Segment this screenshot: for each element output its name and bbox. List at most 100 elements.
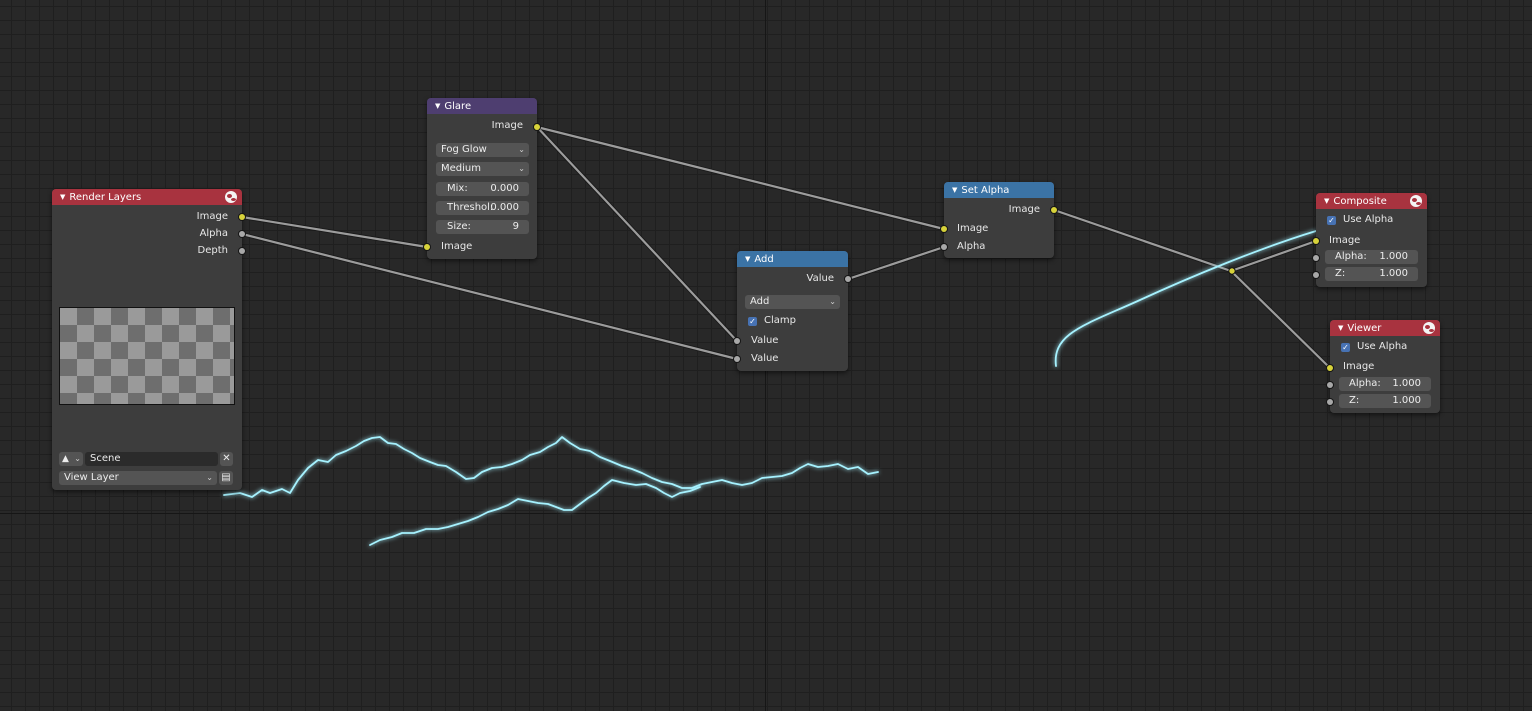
render-layers-alpha-socket[interactable] — [239, 231, 245, 237]
node-title: Set Alpha — [961, 185, 1010, 196]
z-value: 1.000 — [1379, 268, 1408, 279]
triangle-down-icon[interactable]: ▼ — [952, 182, 957, 198]
render-layers-header[interactable]: ▼ Render Layers — [52, 189, 242, 205]
operation-dropdown[interactable]: Add ⌄ — [745, 295, 840, 309]
threshold-field[interactable]: Threshol: 0.000 — [436, 201, 529, 215]
mix-field[interactable]: Mix: 0.000 — [436, 182, 529, 196]
scene-icon: ▲ — [62, 454, 69, 464]
node-title: Add — [754, 254, 774, 265]
link-glare-to-add — [535, 125, 739, 343]
add-output-socket[interactable] — [845, 276, 851, 282]
triangle-down-icon[interactable]: ▼ — [1338, 320, 1343, 336]
viewer-z-socket[interactable] — [1327, 399, 1333, 405]
output-image-label: Image — [1008, 204, 1040, 215]
viewer-alpha-socket[interactable] — [1327, 382, 1333, 388]
composite-image-socket[interactable] — [1313, 238, 1319, 244]
glare-header[interactable]: ▼ Glare — [427, 98, 537, 114]
triangle-down-icon[interactable]: ▼ — [745, 251, 750, 267]
link-render-image-to-glare — [240, 215, 429, 249]
view-layer-dropdown[interactable]: View Layer ⌄ — [59, 471, 217, 485]
triangle-down-icon[interactable]: ▼ — [1324, 193, 1329, 209]
render-preview-image — [59, 307, 235, 405]
set-alpha-alpha-socket[interactable] — [941, 244, 947, 250]
render-layers-image-socket[interactable] — [239, 214, 245, 220]
link-reroute-to-composite — [1229, 239, 1318, 273]
output-value-label: Value — [806, 273, 834, 284]
view-layer-icon: ▤ — [221, 472, 231, 483]
clamp-label: Clamp — [764, 315, 796, 326]
globe-icon[interactable] — [1410, 195, 1422, 207]
set-alpha-node[interactable]: ▼ Set Alpha Image Image Alpha — [944, 182, 1054, 258]
add-header[interactable]: ▼ Add — [737, 251, 848, 267]
add-node[interactable]: ▼ Add Value Add ⌄ ✓ Clamp Value Value — [737, 251, 848, 371]
triangle-down-icon[interactable]: ▼ — [435, 98, 440, 114]
alpha-value: 1.000 — [1392, 378, 1421, 389]
scene-name: Scene — [90, 453, 121, 464]
input-image-label: Image — [1329, 235, 1361, 246]
viewer-node[interactable]: ▼ Viewer ✓ Use Alpha Image Alpha: 1.000 Z… — [1330, 320, 1440, 413]
z-field[interactable]: Z: 1.000 — [1325, 267, 1418, 281]
globe-icon[interactable] — [225, 191, 237, 203]
operation-value: Add — [750, 296, 770, 307]
reroute-node — [1228, 267, 1236, 275]
output-image-label: Image — [491, 120, 523, 131]
input-image-label: Image — [441, 241, 473, 252]
input-image-label: Image — [957, 223, 989, 234]
glare-output-socket[interactable] — [534, 124, 540, 130]
input-value-2-label: Value — [751, 353, 779, 364]
z-value: 1.000 — [1392, 395, 1421, 406]
scene-clear-button[interactable]: ✕ — [220, 452, 233, 466]
chevron-down-icon: ⌄ — [829, 297, 836, 306]
use-alpha-checkbox[interactable]: ✓ — [1341, 343, 1350, 352]
input-value-1-label: Value — [751, 335, 779, 346]
view-layer-browse-button[interactable]: ▤ — [219, 471, 233, 485]
use-alpha-checkbox[interactable]: ✓ — [1327, 216, 1336, 225]
scene-selector[interactable]: ▲ ⌄ — [59, 452, 83, 466]
input-alpha-label: Alpha — [957, 241, 986, 252]
viewer-header[interactable]: ▼ Viewer — [1330, 320, 1440, 336]
set-alpha-header[interactable]: ▼ Set Alpha — [944, 182, 1054, 198]
glare-type-dropdown[interactable]: Fog Glow ⌄ — [436, 143, 529, 157]
clamp-checkbox[interactable]: ✓ — [748, 317, 757, 326]
render-layers-node[interactable]: ▼ Render Layers Image Alpha Depth ▲ ⌄ Scen… — [52, 189, 242, 490]
size-value: 9 — [512, 221, 519, 232]
node-title: Glare — [444, 101, 472, 112]
output-depth-label: Depth — [197, 245, 228, 256]
composite-alpha-socket[interactable] — [1313, 255, 1319, 261]
composite-z-socket[interactable] — [1313, 272, 1319, 278]
composite-header[interactable]: ▼ Composite — [1316, 193, 1427, 209]
chevron-down-icon: ⌄ — [518, 164, 525, 173]
triangle-down-icon[interactable]: ▼ — [60, 189, 65, 205]
link-glare-to-setalpha — [535, 125, 946, 231]
set-alpha-image-socket[interactable] — [941, 226, 947, 232]
use-alpha-label: Use Alpha — [1343, 214, 1394, 225]
add-input-1-socket[interactable] — [734, 338, 740, 344]
output-image-label: Image — [196, 211, 228, 222]
mix-value: 0.000 — [490, 183, 519, 194]
checkmark-icon: ✓ — [1328, 216, 1335, 225]
alpha-field[interactable]: Alpha: 1.000 — [1339, 377, 1431, 391]
scene-name-field[interactable]: Scene — [85, 452, 218, 466]
composite-node[interactable]: ▼ Composite ✓ Use Alpha Image Alpha: 1.00… — [1316, 193, 1427, 287]
lightning-bolt-upper — [223, 436, 879, 498]
checkmark-icon: ✓ — [1342, 343, 1349, 352]
use-alpha-label: Use Alpha — [1357, 341, 1408, 352]
alpha-value: 1.000 — [1379, 251, 1408, 262]
output-alpha-label: Alpha — [199, 228, 228, 239]
view-layer-value: View Layer — [64, 472, 119, 483]
z-field[interactable]: Z: 1.000 — [1339, 394, 1431, 408]
glare-node[interactable]: ▼ Glare Image Fog Glow ⌄ Medium ⌄ Mix: 0.00… — [427, 98, 537, 259]
add-input-2-socket[interactable] — [734, 356, 740, 362]
globe-icon[interactable] — [1423, 322, 1435, 334]
quality-value: Medium — [441, 163, 481, 174]
render-layers-depth-socket[interactable] — [239, 248, 245, 254]
alpha-field[interactable]: Alpha: 1.000 — [1325, 250, 1418, 264]
glare-input-socket[interactable] — [424, 244, 430, 250]
chevron-down-icon: ⌄ — [518, 145, 525, 154]
link-reroute-to-viewer — [1229, 269, 1332, 370]
size-field[interactable]: Size: 9 — [436, 220, 529, 234]
node-title: Composite — [1333, 196, 1387, 207]
set-alpha-output-socket[interactable] — [1051, 207, 1057, 213]
quality-dropdown[interactable]: Medium ⌄ — [436, 162, 529, 176]
viewer-image-socket[interactable] — [1327, 365, 1333, 371]
